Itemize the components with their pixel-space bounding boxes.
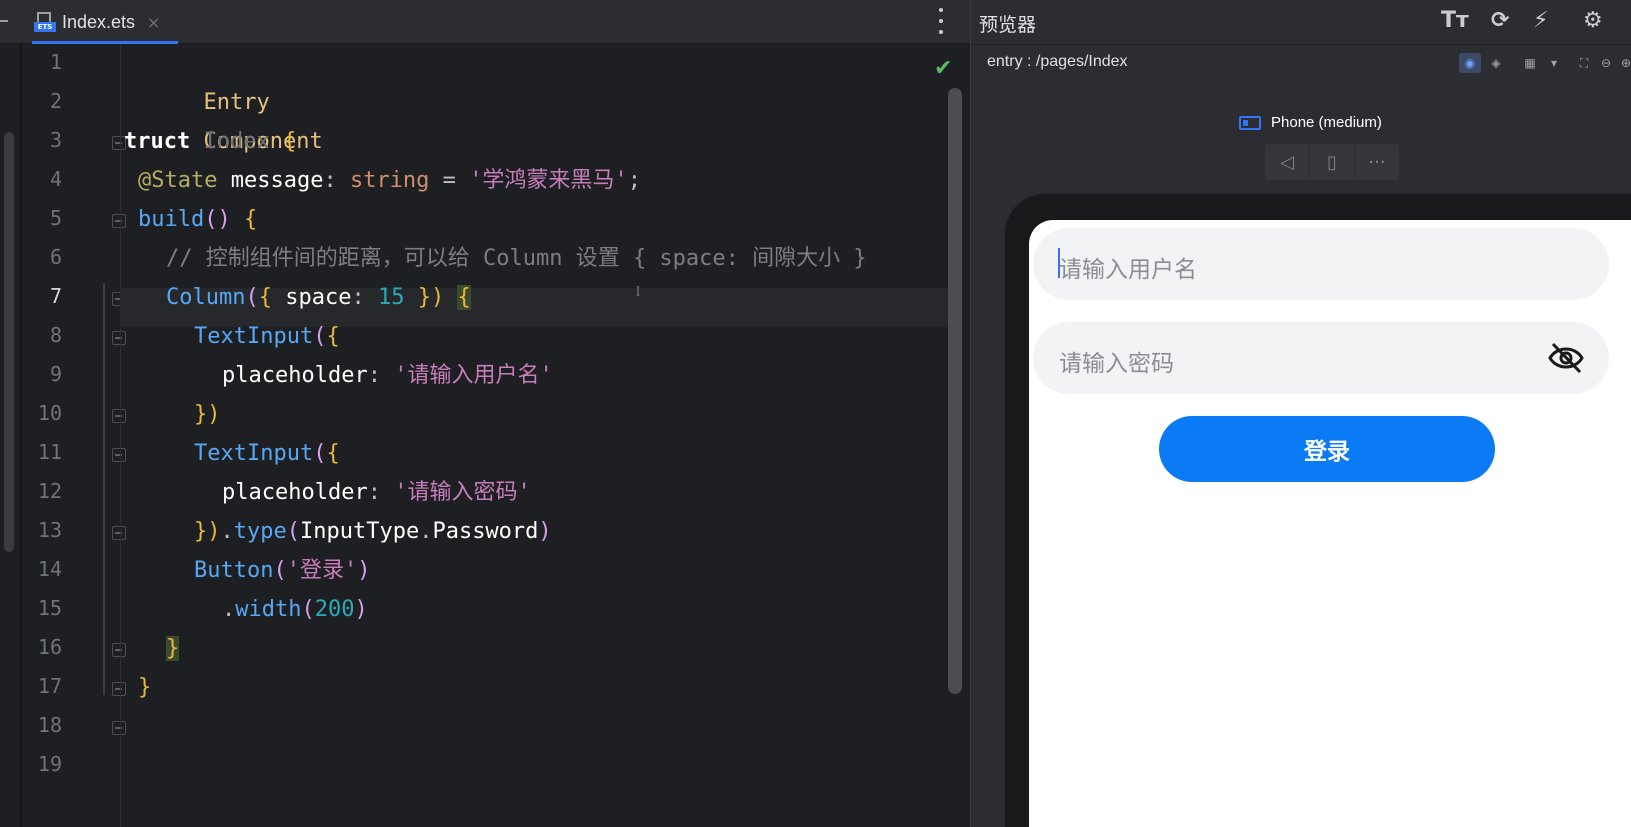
line-number: 11: [37, 440, 62, 464]
login-button[interactable]: 登录: [1159, 416, 1495, 482]
collapse-dash-icon[interactable]: [0, 20, 8, 22]
line-number: 19: [37, 752, 62, 776]
line-number: 3: [49, 128, 62, 152]
fit-screen-icon[interactable]: ⛶: [1573, 53, 1595, 73]
fold-marker-icon[interactable]: [112, 214, 126, 228]
password-input[interactable]: 请输入密码: [1033, 322, 1609, 394]
code-line-2: Component: [203, 129, 323, 154]
back-icon[interactable]: ◁: [1265, 144, 1310, 180]
line-number: 15: [37, 596, 62, 620]
code-line-10: }): [194, 402, 221, 427]
code-line-12: placeholder: '请输入密码': [222, 480, 531, 505]
line-number: 9: [49, 362, 62, 386]
more-options-icon[interactable]: [936, 8, 946, 34]
code-line-9: placeholder: '请输入用户名': [222, 363, 553, 388]
fold-marker-icon[interactable]: [112, 448, 126, 462]
device-selector[interactable]: Phone (medium): [1239, 114, 1382, 131]
line-number: 2: [49, 89, 62, 113]
previewer-header: 预览器 Tт ⟳ ⚡ ⚙: [971, 0, 1631, 44]
line-number: 5: [49, 206, 62, 230]
code-line-1: Entry: [203, 90, 270, 115]
refresh-icon[interactable]: ⟳: [1491, 8, 1509, 33]
text-cursor-icon: [636, 286, 640, 296]
line-number: 13: [37, 518, 62, 542]
line-number: 7: [49, 284, 62, 308]
code-line-8: TextInput({: [194, 324, 340, 349]
username-placeholder: 请输入用户名: [1059, 257, 1197, 283]
inspector-toggle-icon[interactable]: ◉: [1459, 53, 1481, 73]
phone-screen: 请输入用户名 请输入密码 登录: [1029, 220, 1631, 827]
eye-off-icon[interactable]: [1547, 340, 1585, 376]
grid-icon[interactable]: ▦: [1519, 53, 1541, 73]
code-line-7: Column({ space: 15 }) {: [166, 285, 471, 310]
line-number: 14: [37, 557, 62, 581]
left-scrollbar[interactable]: [4, 132, 14, 552]
line-number: 17: [37, 674, 62, 698]
rotate-icon[interactable]: ▯: [1310, 144, 1355, 180]
fold-marker-icon[interactable]: [112, 331, 126, 345]
fold-marker-icon[interactable]: [112, 643, 126, 657]
line-number: 12: [37, 479, 62, 503]
tab-label: Index.ets: [62, 11, 136, 32]
fold-marker-icon[interactable]: [112, 721, 126, 735]
code-editor[interactable]: ETS Index.ets × 1 2 3 4 5 6 7 8 9 10 11 …: [0, 0, 970, 827]
line-number: 16: [37, 635, 62, 659]
zoom-out-icon[interactable]: ⊖: [1595, 53, 1617, 73]
phone-icon: [1239, 115, 1261, 130]
line-number: 10: [37, 401, 62, 425]
code-line-16: }: [166, 636, 180, 661]
ets-file-icon: ETS: [34, 12, 56, 32]
fold-marker-icon[interactable]: [112, 526, 126, 540]
code-line-17: }: [138, 675, 152, 700]
password-placeholder: 请输入密码: [1059, 351, 1174, 377]
more-icon[interactable]: ···: [1355, 144, 1399, 180]
code-line-4: @State message: string = '学鸿蒙来黑马';: [138, 168, 641, 193]
previewer-title: 预览器: [979, 15, 1037, 36]
code-line-15: .width(200): [222, 597, 368, 622]
line-number: 18: [37, 713, 62, 737]
editor-scrollbar[interactable]: [948, 88, 962, 694]
fold-marker-icon[interactable]: [112, 682, 126, 696]
code-line-6: // 控制组件间的距离，可以给 Column 设置 { space: 间隙大小 …: [166, 246, 867, 271]
code-line-3: truct Index {: [124, 129, 297, 154]
font-size-icon[interactable]: Tт: [1441, 8, 1469, 33]
line-number: 8: [49, 323, 62, 347]
close-icon[interactable]: ×: [147, 13, 160, 32]
editor-tab-bar: ETS Index.ets ×: [0, 0, 970, 44]
username-input[interactable]: 请输入用户名: [1033, 228, 1609, 300]
device-controls: ◁ ▯ ···: [1265, 144, 1399, 180]
settings-icon[interactable]: ⚙: [1583, 8, 1603, 33]
line-number: 6: [49, 245, 62, 269]
line-gutter: [0, 44, 120, 827]
line-number: 4: [49, 167, 62, 191]
device-name: Phone (medium): [1271, 114, 1382, 131]
layers-icon[interactable]: ◈: [1485, 53, 1507, 73]
fold-marker-icon[interactable]: [112, 409, 126, 423]
chevron-down-icon[interactable]: ▾: [1543, 53, 1565, 73]
line-number: 1: [49, 50, 62, 74]
zoom-in-icon[interactable]: ⊕: [1615, 53, 1631, 73]
plug-icon[interactable]: ⚡: [1533, 8, 1548, 33]
code-line-13: }).type(InputType.Password): [194, 519, 552, 544]
previewer-panel: 预览器 Tт ⟳ ⚡ ⚙ entry : /pages/Index ◉ ◈ ▦ …: [970, 0, 1631, 827]
indent-guide: [103, 283, 105, 695]
code-line-11: TextInput({: [194, 441, 340, 466]
code-area[interactable]: Entry Component truct Index { @State mes…: [124, 44, 958, 827]
inspection-ok-icon[interactable]: ✔: [934, 56, 952, 81]
code-line-14: Button('登录'): [194, 558, 371, 583]
code-line-5: build() {: [138, 207, 258, 232]
tab-index-ets[interactable]: ETS Index.ets ×: [32, 0, 178, 44]
previewer-toolbar: entry : /pages/Index ◉ ◈ ▦ ▾ ⛶ ⊖ ⊕: [971, 44, 1631, 80]
preview-page-path: entry : /pages/Index: [987, 53, 1128, 70]
